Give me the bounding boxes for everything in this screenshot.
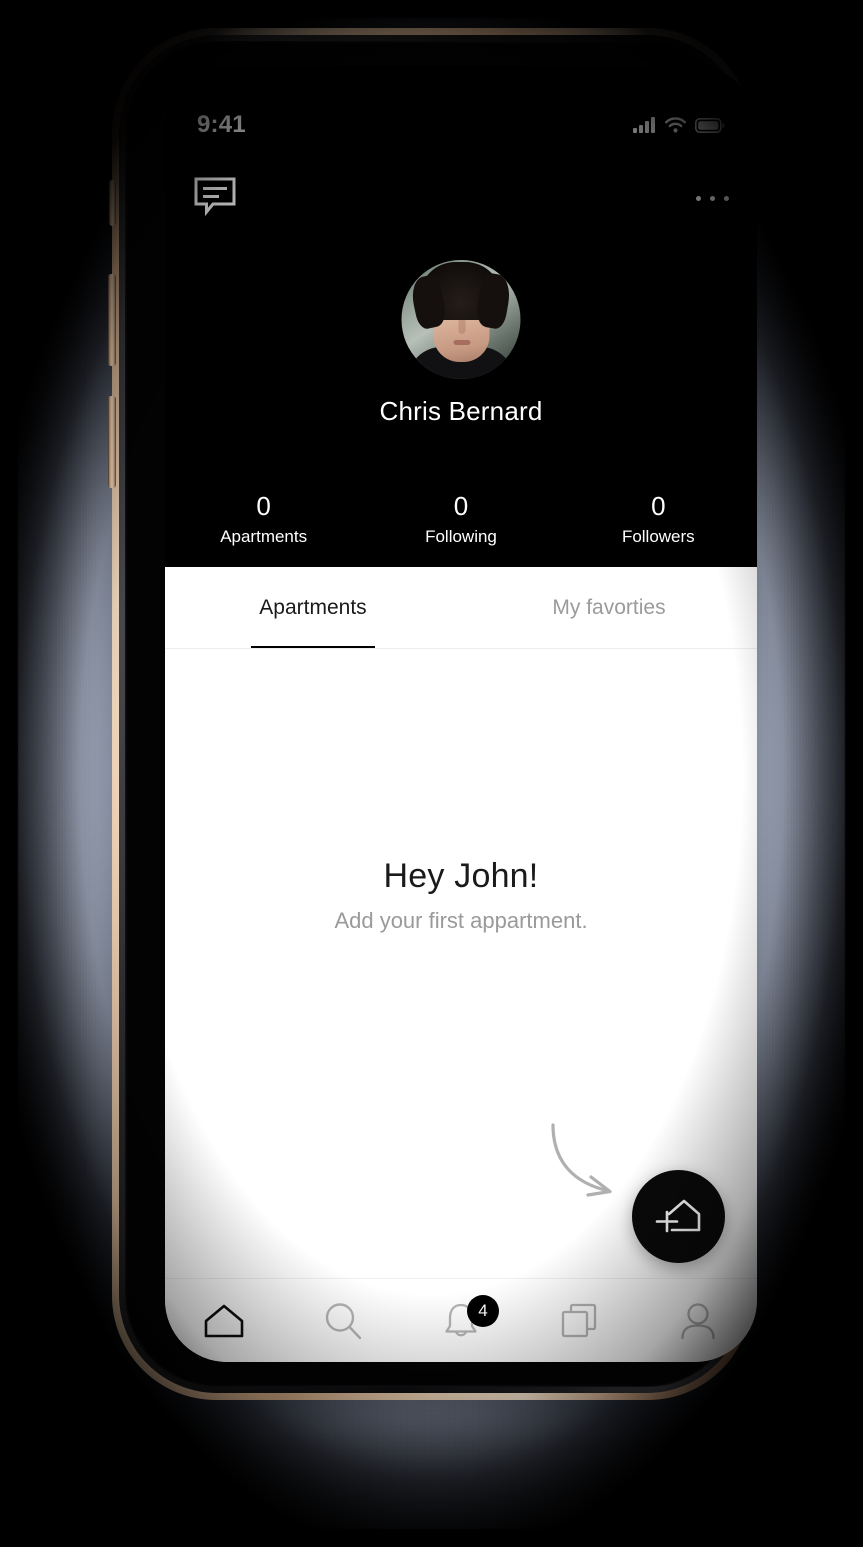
avatar-photo: [401, 260, 521, 379]
nav-item-search[interactable]: [283, 1279, 401, 1362]
more-options-dot: [710, 195, 715, 201]
tab-active-underline: [251, 646, 375, 648]
wifi-icon: [665, 117, 686, 133]
add-apartment-fab[interactable]: [632, 1170, 725, 1263]
volume-up-button[interactable]: [108, 274, 116, 366]
stat-label: Followers: [621, 527, 695, 547]
empty-state: Hey John! Add your first appartment.: [165, 857, 757, 934]
stat-value: 0: [256, 491, 271, 521]
more-options-button[interactable]: [696, 195, 729, 201]
stat-value: 0: [453, 491, 469, 521]
stat-apartments[interactable]: 0 Apartments: [165, 491, 362, 547]
curved-arrow-hint-icon: [551, 1123, 612, 1197]
tab-label: My favorties: [552, 595, 666, 619]
status-bar: 9:41: [165, 110, 757, 140]
bottom-navigation-bar: 4: [165, 1278, 757, 1362]
status-indicators: [633, 117, 725, 133]
tab-my-favorties[interactable]: My favorties: [461, 567, 757, 648]
add-home-icon: [655, 1199, 700, 1232]
screenshot-stage: 9:41 Chris Bernard 0 Apartments 0 Follow…: [0, 0, 863, 1547]
tab-bar: Apartments My favorties: [165, 567, 757, 649]
messages-button[interactable]: [193, 176, 237, 221]
home-icon: [204, 1304, 244, 1337]
empty-state-subtitle: Add your first appartment.: [334, 908, 588, 933]
chat-bubble-icon: [194, 177, 236, 216]
search-icon: [325, 1302, 361, 1339]
status-time: 9:41: [197, 111, 246, 138]
more-options-dot: [696, 195, 701, 201]
profile-stats: 0 Apartments 0 Following 0 Followers: [165, 491, 757, 547]
volume-down-button[interactable]: [108, 396, 116, 488]
profile-header: 9:41 Chris Bernard 0 Apartments 0 Follow…: [165, 66, 757, 567]
phone-mockup: 9:41 Chris Bernard 0 Apartments 0 Follow…: [108, 28, 757, 1406]
more-options-dot: [724, 195, 729, 201]
stat-following[interactable]: 0 Following: [362, 491, 559, 547]
tab-apartments[interactable]: Apartments: [165, 567, 461, 648]
stat-value: 0: [651, 491, 666, 521]
empty-state-title: Hey John!: [383, 857, 539, 895]
phone-screen: 9:41 Chris Bernard 0 Apartments 0 Follow…: [165, 66, 757, 1362]
silent-switch-button[interactable]: [109, 180, 116, 226]
content-panel: Apartments My favorties Hey John! Add yo…: [165, 567, 757, 1362]
nav-item-notifications[interactable]: 4: [402, 1279, 520, 1362]
layers-icon: [562, 1303, 597, 1337]
header-nav-row: [165, 172, 757, 224]
nav-item-home[interactable]: [165, 1279, 283, 1362]
avatar[interactable]: [401, 260, 521, 379]
cellular-signal-icon: [633, 117, 655, 133]
avatar-mouth: [453, 340, 471, 345]
nav-item-collections[interactable]: [520, 1279, 638, 1362]
avatar-nose: [458, 320, 466, 334]
stat-label: Following: [425, 527, 497, 547]
battery-full-icon: [695, 117, 725, 133]
person-icon: [681, 1302, 715, 1339]
tab-label: Apartments: [259, 595, 367, 619]
notification-badge: 4: [467, 1295, 500, 1327]
profile-name: Chris Bernard: [379, 396, 543, 426]
stat-label: Apartments: [220, 527, 308, 547]
stat-followers[interactable]: 0 Followers: [560, 491, 757, 547]
nav-item-profile[interactable]: [639, 1279, 757, 1362]
